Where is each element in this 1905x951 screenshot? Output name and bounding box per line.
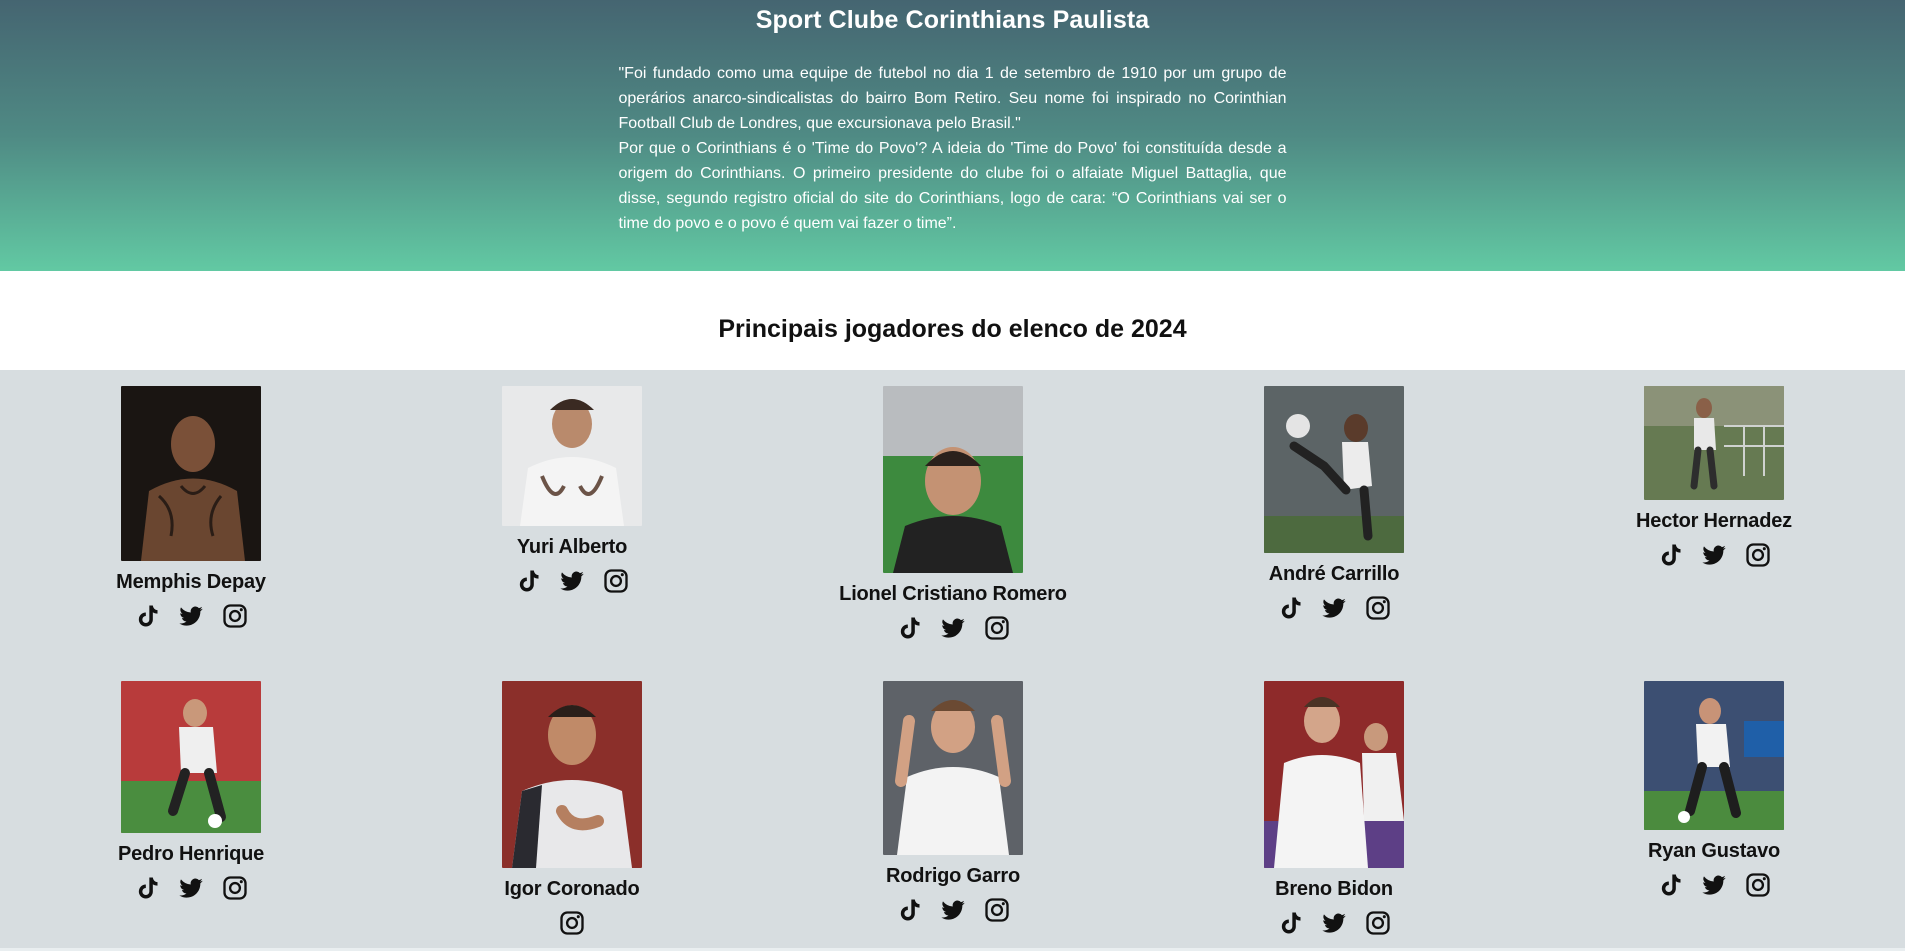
instagram-icon[interactable] [558, 909, 586, 937]
instagram-icon[interactable] [221, 874, 249, 902]
instagram-icon[interactable] [983, 614, 1011, 642]
player-card: Rodrigo Garro [803, 681, 1103, 924]
social-links [803, 614, 1103, 642]
player-name: Rodrigo Garro [885, 865, 1021, 887]
instagram-icon[interactable] [983, 896, 1011, 924]
player-name: Ryan Gustavo [1647, 840, 1781, 862]
player-name: Igor Coronado [504, 878, 640, 900]
player-card: Lionel Cristiano Romero [803, 386, 1103, 642]
players-grid: Memphis Depay Yuri Alberto Lionel Cristi… [0, 370, 1905, 951]
twitter-icon[interactable] [177, 602, 205, 630]
player-photo [121, 681, 261, 833]
twitter-icon[interactable] [939, 896, 967, 924]
player-card: Igor Coronado [422, 681, 722, 937]
social-links [41, 602, 341, 630]
player-photo [1644, 386, 1784, 500]
player-name: Memphis Depay [116, 571, 266, 593]
instagram-icon[interactable] [1364, 909, 1392, 937]
player-card: Breno Bidon [1184, 681, 1484, 937]
instagram-icon[interactable] [1744, 871, 1772, 899]
player-photo [1264, 386, 1404, 553]
twitter-icon[interactable] [1320, 909, 1348, 937]
instagram-icon[interactable] [1744, 541, 1772, 569]
twitter-icon[interactable] [1320, 594, 1348, 622]
section-header: Principais jogadores do elenco de 2024 [0, 271, 1905, 370]
tiktok-icon[interactable] [1276, 909, 1304, 937]
instagram-icon[interactable] [221, 602, 249, 630]
player-photo [883, 386, 1023, 573]
tiktok-icon[interactable] [133, 602, 161, 630]
social-links [422, 567, 722, 595]
social-links [1184, 594, 1484, 622]
twitter-icon[interactable] [177, 874, 205, 902]
tiktok-icon[interactable] [1656, 541, 1684, 569]
player-name: Hector Hernadez [1636, 510, 1792, 532]
tiktok-icon[interactable] [895, 896, 923, 924]
player-card: Ryan Gustavo [1564, 681, 1864, 899]
player-card: Yuri Alberto [422, 386, 722, 595]
tiktok-icon[interactable] [1656, 871, 1684, 899]
tiktok-icon[interactable] [133, 874, 161, 902]
player-card: Memphis Depay [41, 386, 341, 630]
tiktok-icon[interactable] [895, 614, 923, 642]
hero-banner: Sport Clube Corinthians Paulista "Foi fu… [0, 0, 1905, 271]
twitter-icon[interactable] [1700, 871, 1728, 899]
player-card: André Carrillo [1184, 386, 1484, 622]
twitter-icon[interactable] [558, 567, 586, 595]
player-photo [502, 681, 642, 868]
instagram-icon[interactable] [1364, 594, 1392, 622]
page-title: Sport Clube Corinthians Paulista [755, 6, 1150, 34]
player-photo [121, 386, 261, 561]
club-history: "Foi fundado como uma equipe de futebol … [619, 61, 1287, 236]
tiktok-icon[interactable] [1276, 594, 1304, 622]
player-photo [1644, 681, 1784, 830]
player-photo [502, 386, 642, 526]
player-photo [1264, 681, 1404, 868]
player-name: Yuri Alberto [516, 536, 628, 558]
player-photo [883, 681, 1023, 855]
social-links [41, 874, 341, 902]
social-links [1184, 909, 1484, 937]
social-links [422, 909, 722, 937]
twitter-icon[interactable] [939, 614, 967, 642]
tiktok-icon[interactable] [514, 567, 542, 595]
player-name: André Carrillo [1268, 563, 1400, 585]
social-links [1564, 541, 1864, 569]
instagram-icon[interactable] [602, 567, 630, 595]
player-name: Pedro Henrique [117, 843, 265, 865]
social-links [803, 896, 1103, 924]
player-card: Hector Hernadez [1564, 386, 1864, 569]
twitter-icon[interactable] [1700, 541, 1728, 569]
player-card: Pedro Henrique [41, 681, 341, 902]
player-name: Lionel Cristiano Romero [839, 583, 1067, 605]
history-paragraph-2: Por que o Corinthians é o 'Time do Povo'… [618, 140, 1287, 232]
history-paragraph-1: "Foi fundado como uma equipe de futebol … [618, 65, 1287, 132]
player-name: Breno Bidon [1275, 878, 1393, 900]
social-links [1564, 871, 1864, 899]
section-title: Principais jogadores do elenco de 2024 [718, 315, 1187, 343]
